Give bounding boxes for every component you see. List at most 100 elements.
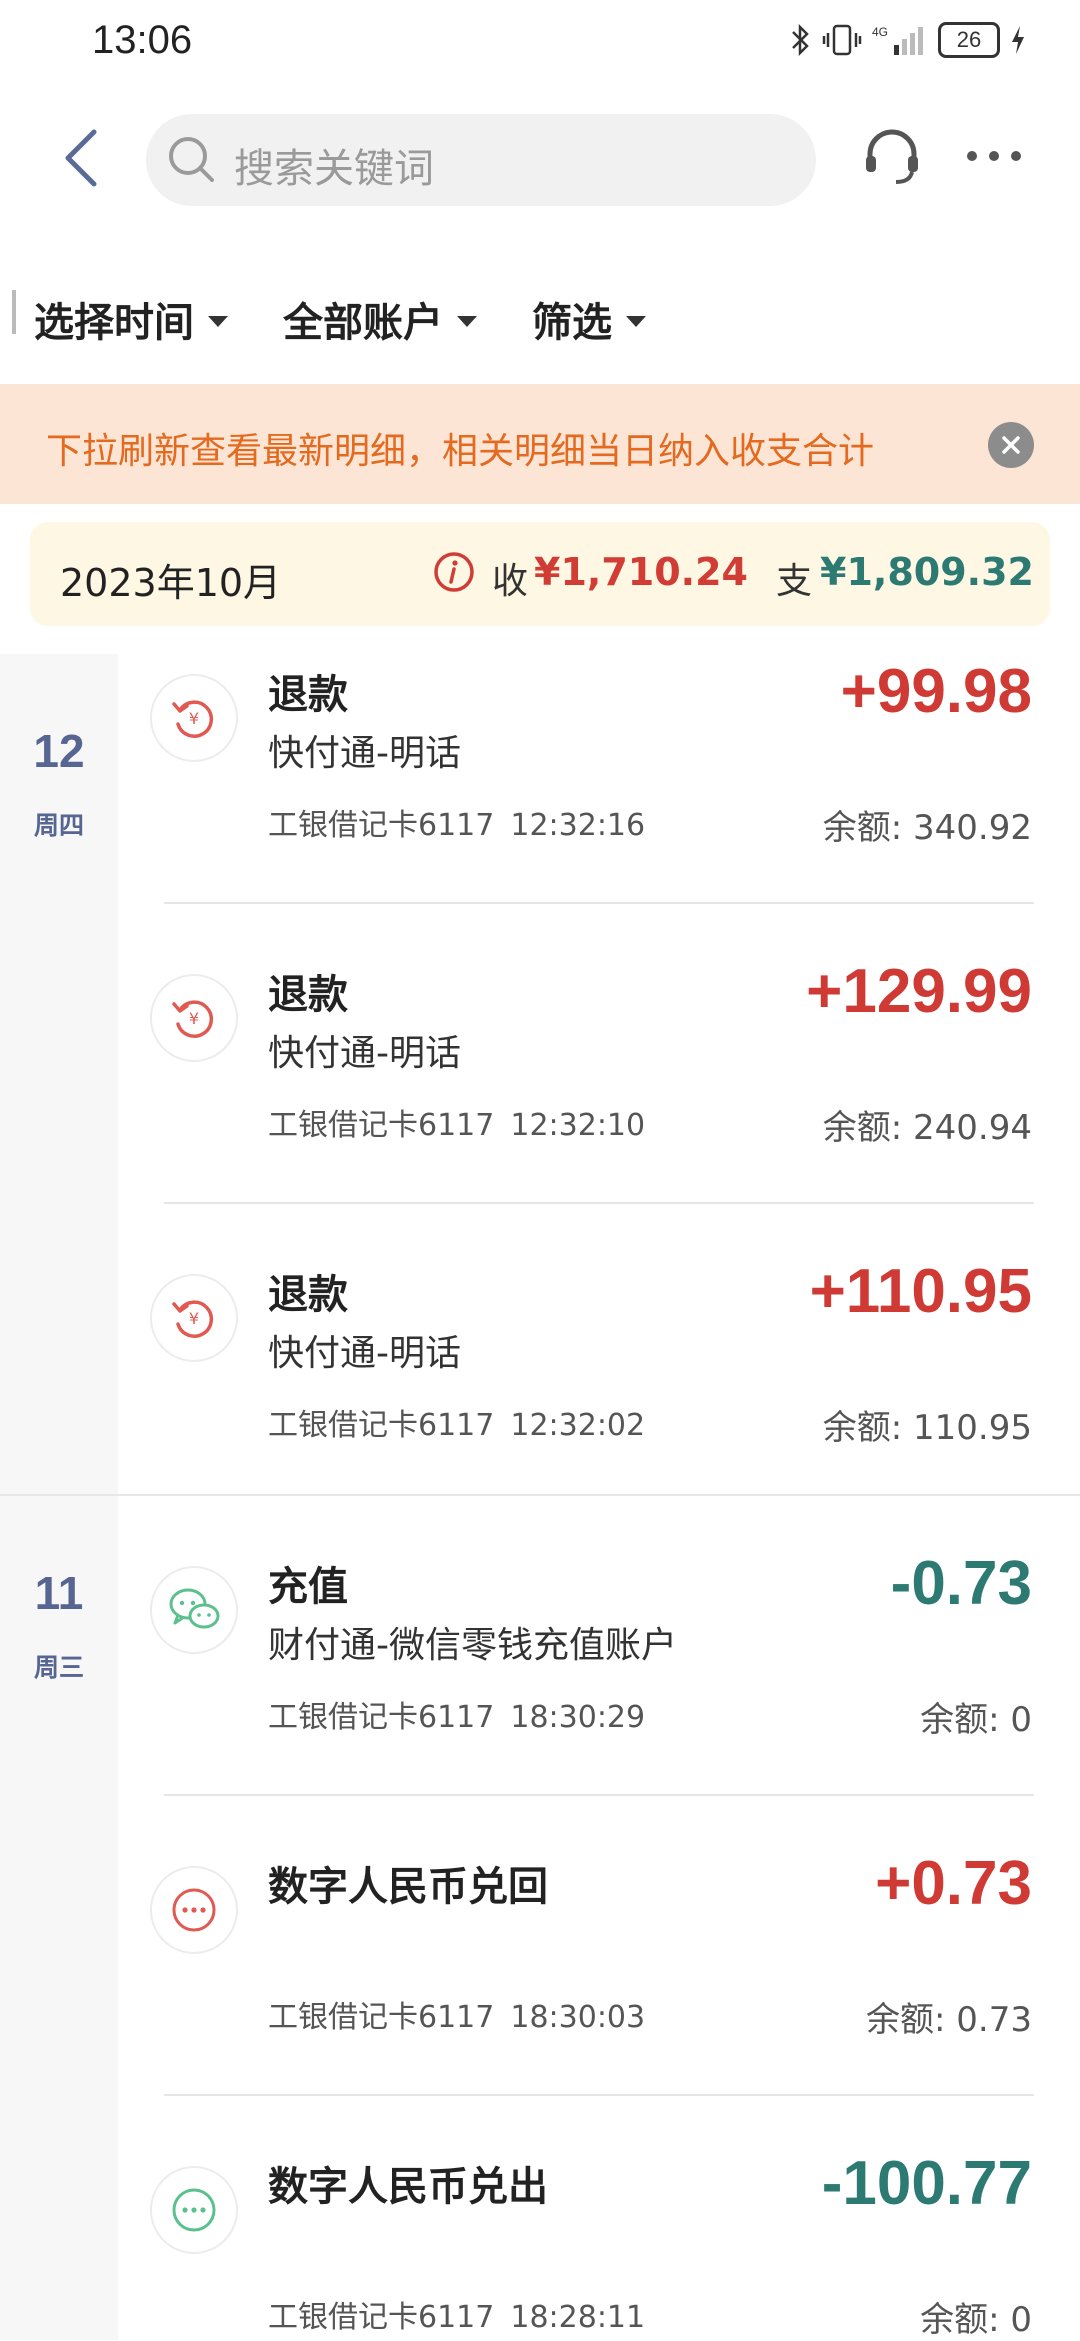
expense-label: 支 [776,561,813,602]
day-weekday: 周三 [33,1653,84,1682]
transaction-title: 数字人民币兑出 [268,2164,548,2210]
bluetooth-icon [792,23,809,57]
transaction-balance: 余额: 240.94 [822,1108,1032,1148]
battery-icon: 26 [938,22,1000,58]
transaction-balance: 余额: 0.73 [866,2000,1032,2040]
charging-icon [1012,26,1024,54]
transaction-title: 充值 [268,1564,348,1610]
refund-icon: ¥ [172,1300,214,1338]
day-group: 11 周三 充值 财付通-微信零钱充值账户 工银借记卡6117 18:30:29 … [0,1496,1080,2340]
day-sidebar [0,1496,118,2340]
more-dots-icon [172,2188,216,2232]
income-label: 收 [492,561,529,602]
transaction-amount: +99.98 [840,657,1032,726]
filter-account-label: 全部账户 [283,300,443,346]
transaction-card: 工银借记卡6117 [268,2300,495,2335]
transaction-card: 工银借记卡6117 [268,1408,495,1443]
info-icon[interactable] [432,550,476,594]
day-number: 12 [33,725,85,777]
filter-time-label: 选择时间 [34,300,194,346]
transaction-balance: 余额: 0 [920,1700,1032,1740]
transaction-card: 工银借记卡6117 [268,1108,495,1143]
transaction-time: 12:32:02 [510,1408,646,1443]
signal-icon: 4G [872,25,923,55]
more-options-icon[interactable] [964,124,1024,188]
close-notice-button[interactable] [988,422,1034,468]
transaction-item[interactable]: 数字人民币兑回 工银借记卡6117 18:30:03 +0.73 余额: 0.73 [118,1796,1080,2096]
transaction-time: 12:32:10 [510,1108,646,1143]
transaction-amount: +110.95 [809,1257,1032,1326]
svg-text:4G: 4G [872,25,888,39]
day-number: 11 [34,1567,84,1619]
transaction-title: 退款 [268,672,348,718]
svg-text:¥: ¥ [189,709,199,728]
search-icon [169,137,214,182]
transaction-meta: 工银借记卡6117 12:32:02 [268,1400,645,1444]
transaction-merchant: 快付通-明话 [268,733,461,774]
notice-bar: 下拉刷新查看最新明细，相关明细当日纳入收支合计 [0,384,1080,504]
transaction-amount: +0.73 [875,1849,1032,1918]
row-divider [164,902,1034,904]
more-dots-icon [172,1888,216,1932]
caret-down-icon [457,315,477,327]
search-input[interactable]: 搜索关键词 [146,114,816,206]
transaction-meta: 工银借记卡6117 18:28:11 [268,2292,645,2336]
transaction-icon: ¥ [150,1274,238,1362]
wechat-icon [169,1588,220,1629]
filter-time[interactable]: 选择时间 [34,290,228,348]
vibrate-icon [822,24,862,56]
month-label[interactable]: 2023年10月 [60,552,281,607]
day-weekday: 周四 [33,811,84,840]
close-icon [1002,436,1020,454]
month-summary: 2023年10月 收 ¥1,710.24 支 ¥1,809.32 [30,522,1050,626]
transaction-balance: 余额: 0 [920,2300,1032,2340]
transaction-time: 18:30:03 [510,2000,646,2035]
transaction-item[interactable]: ¥ 退款 快付通-明话 工银借记卡6117 12:32:02 +110.95 余额… [118,1230,1080,1530]
transaction-icon [150,1566,238,1654]
transaction-item[interactable]: 数字人民币兑出 工银借记卡6117 18:28:11 -100.77 余额: 0 [118,2096,1080,2340]
transaction-title: 数字人民币兑回 [268,1864,548,1910]
customer-service-icon[interactable] [860,124,924,188]
filter-bar: 选择时间 全部账户 筛选 [0,270,1080,360]
transaction-icon: ¥ [150,974,238,1062]
transaction-card: 工银借记卡6117 [268,2000,495,2035]
transaction-time: 18:30:29 [510,1700,646,1735]
filter-screen-label: 筛选 [532,300,612,346]
filter-screen[interactable]: 筛选 [532,290,646,348]
row-divider [164,1202,1034,1204]
transaction-card: 工银借记卡6117 [268,808,495,843]
transaction-card: 工银借记卡6117 [268,1700,495,1735]
refund-icon: ¥ [172,700,214,738]
transaction-meta: 工银借记卡6117 18:30:29 [268,1692,645,1736]
day-group: 12 周四 ¥ 退款 快付通-明话 工银借记卡6117 12:32:16 +99.… [0,654,1080,1494]
status-time: 13:06 [92,18,193,62]
caret-down-icon [208,315,228,327]
transaction-merchant: 快付通-明话 [268,1033,461,1074]
transaction-merchant: 财付通-微信零钱充值账户 [268,1625,677,1666]
filter-account[interactable]: 全部账户 [283,290,477,348]
svg-text:¥: ¥ [189,1309,199,1328]
svg-text:¥: ¥ [189,1009,199,1028]
transaction-amount: +129.99 [806,957,1032,1026]
notice-text: 下拉刷新查看最新明细，相关明细当日纳入收支合计 [46,431,875,472]
transaction-meta: 工银借记卡6117 12:32:16 [268,800,645,844]
refund-icon: ¥ [172,1000,214,1038]
transaction-meta: 工银借记卡6117 12:32:10 [268,1100,645,1144]
transaction-item[interactable]: ¥ 退款 快付通-明话 工银借记卡6117 12:32:16 +99.98 余额:… [118,630,1080,930]
transaction-merchant: 快付通-明话 [268,1333,461,1374]
transaction-balance: 余额: 340.92 [822,808,1032,848]
search-header: 搜索关键词 [0,100,1080,220]
transaction-item[interactable]: 充值 财付通-微信零钱充值账户 工银借记卡6117 18:30:29 -0.73 … [118,1496,1080,1796]
expense-total: ¥1,809.32 [820,550,1034,594]
income-total: ¥1,710.24 [534,550,748,594]
transaction-icon [150,2166,238,2254]
status-bar: 13:06 4G 26 [0,0,1080,90]
caret-down-icon [626,315,646,327]
transaction-item[interactable]: ¥ 退款 快付通-明话 工银借记卡6117 12:32:10 +129.99 余额… [118,930,1080,1230]
status-icons: 4G 26 [790,22,1026,58]
transaction-icon: ¥ [150,674,238,762]
transaction-time: 18:28:11 [510,2300,646,2335]
transaction-title: 退款 [268,972,348,1018]
back-icon[interactable] [54,128,114,188]
battery-level: 26 [956,27,982,52]
